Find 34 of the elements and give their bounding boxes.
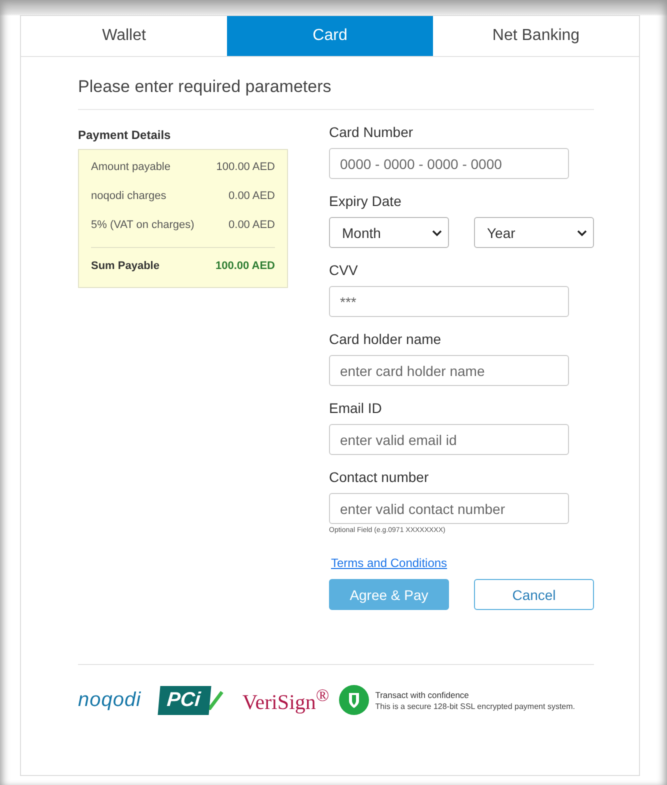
secure-text: This is a secure 128-bit SSL encrypted payment system. (375, 702, 575, 710)
logo: VeriSign$^{®}$ (242, 685, 330, 715)
input-field[interactable]: *** (329, 286, 569, 317)
tab[interactable]: Card (227, 16, 433, 56)
field-label: Card holder name (329, 331, 442, 347)
form-heading: Please enter required parameters (78, 77, 594, 110)
summary-value: 0.00 AED (228, 218, 275, 230)
chevron-icon (577, 228, 587, 236)
select-field[interactable]: Year (474, 217, 594, 248)
input-field[interactable]: enter card holder name (329, 355, 569, 386)
cancel-button[interactable]: Cancel (474, 579, 594, 610)
secure-title: Transact with confidence (375, 690, 470, 700)
select-field[interactable]: Month (329, 217, 449, 248)
shield-icon (339, 685, 370, 715)
input-field[interactable]: enter valid contact number (329, 493, 569, 524)
input-field[interactable]: enter valid email id (329, 424, 569, 455)
summary-value: 100.00 AED (216, 160, 275, 172)
field-label: Contact number (329, 469, 430, 485)
summary-value: 100.00 AED (215, 260, 275, 272)
logo: PCi (158, 686, 212, 714)
summary-label: noqodi charges (91, 190, 166, 202)
field-label: CVV (329, 262, 359, 278)
section-title: Payment Details (78, 128, 172, 142)
summary-value: 0.00 AED (228, 190, 275, 202)
field-label: Card Number (329, 124, 414, 140)
logo: noqodi (78, 688, 142, 712)
chevron-icon (432, 228, 442, 236)
field-label: Email ID (329, 400, 383, 416)
terms-link[interactable]: Terms and Conditions (331, 556, 448, 570)
summary-label: 5% (VAT on charges) (91, 218, 194, 230)
field-label: Expiry Date (329, 193, 402, 209)
input-field[interactable]: 0000 - 0000 - 0000 - 0000 (329, 148, 569, 179)
summary-label: Sum Payable (91, 260, 160, 272)
summary-label: Amount payable (91, 160, 170, 172)
